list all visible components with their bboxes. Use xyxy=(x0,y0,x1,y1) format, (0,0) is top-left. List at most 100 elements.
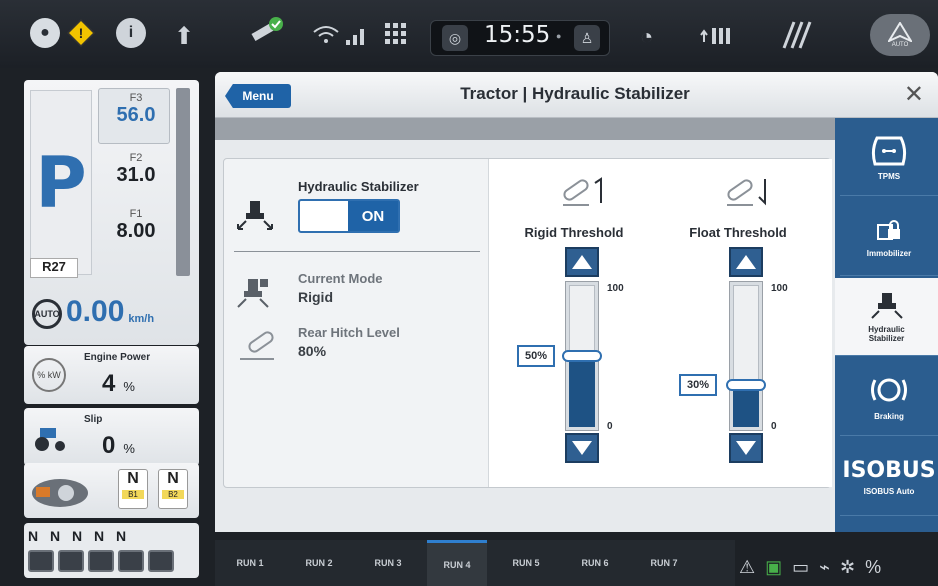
rigid-value-tag: 50% xyxy=(517,345,555,367)
fan-icon[interactable]: ✲ xyxy=(840,557,855,578)
rigid-threshold-icon xyxy=(563,177,602,206)
tab-label: ISOBUS Auto xyxy=(863,486,915,496)
engine-power-readout: 4% xyxy=(102,370,135,398)
float-max-tick: 100 xyxy=(771,283,788,294)
rigid-slider-handle[interactable] xyxy=(562,350,602,362)
hydraulic-stabilizer-tab-icon xyxy=(870,292,903,319)
brake-icon xyxy=(871,378,907,402)
hydraulic-stabilizer-label: Hydraulic Stabilizer xyxy=(298,179,419,194)
tab-run-7[interactable]: RUN 7 xyxy=(634,540,694,586)
close-icon[interactable]: ✕ xyxy=(904,80,924,109)
valve-icon xyxy=(148,550,174,572)
valve-icon xyxy=(28,550,54,572)
slip-unit: % xyxy=(123,441,135,456)
tab-hydraulic-stabilizer[interactable]: Hydraulic Stabilizer xyxy=(835,278,938,356)
engine-power-value: 4 xyxy=(102,370,116,397)
tab-label: Immobilizer xyxy=(866,249,912,258)
pto-label: B2 xyxy=(162,490,184,499)
tab-run-6[interactable]: RUN 6 xyxy=(565,540,625,586)
valve-icon xyxy=(88,550,114,572)
tab-run-5[interactable]: RUN 5 xyxy=(496,540,556,586)
satellite-icon[interactable] xyxy=(246,16,286,50)
stop-icon[interactable]: ● xyxy=(30,18,60,48)
float-value-tag: 30% xyxy=(679,374,717,396)
rear-hitch-label: Rear Hitch Level xyxy=(298,325,400,340)
slider-fill xyxy=(569,355,595,427)
gear-label: F1 xyxy=(129,208,143,220)
hydraulic-stabilizer-dialog: Menu Tractor | Hydraulic Stabilizer ✕ Hy… xyxy=(215,72,938,532)
info-icon[interactable]: i xyxy=(116,18,146,48)
dialog-title: Tractor | Hydraulic Stabilizer xyxy=(460,84,690,103)
gear-f3: F3 56.0 xyxy=(100,92,172,127)
remote-valves-card[interactable]: N N N N N xyxy=(24,523,199,578)
tab-isobus[interactable]: ISOBUS ISOBUS Auto xyxy=(840,438,938,516)
person-icon[interactable]: ♙ xyxy=(574,25,600,51)
menu-button[interactable]: Menu xyxy=(225,84,291,108)
rear-hitch-value: 80% xyxy=(298,343,327,359)
clock-time: 15:55 xyxy=(484,22,551,48)
tab-run-2[interactable]: RUN 2 xyxy=(289,540,349,586)
pto-b2: N B2 xyxy=(158,469,188,509)
current-mode-label: Current Mode xyxy=(298,271,383,286)
clock-indicator-icon: ● xyxy=(556,31,562,41)
speedometer-icon[interactable]: ◔ xyxy=(640,24,653,50)
rigid-max-tick: 100 xyxy=(607,283,624,294)
float-increase-button[interactable] xyxy=(729,247,763,277)
tire-pressure-icon xyxy=(871,136,907,166)
gear-range: R27 xyxy=(30,258,78,278)
tab-run-4[interactable]: RUN 4 xyxy=(427,540,487,586)
tab-label: Braking xyxy=(874,412,904,421)
gear-value: 31.0 xyxy=(116,164,156,186)
field-icon[interactable] xyxy=(780,18,814,52)
rigid-decrease-button[interactable] xyxy=(565,433,599,463)
speed-value: 0.00 xyxy=(66,295,125,328)
slip-readout: 0% xyxy=(102,432,135,460)
float-slider-handle[interactable] xyxy=(726,379,766,391)
tab-braking[interactable]: Braking xyxy=(840,358,938,436)
tab-run-1[interactable]: RUN 1 xyxy=(220,540,280,586)
immobilizer-icon xyxy=(877,220,900,240)
float-threshold-slider[interactable] xyxy=(729,281,763,431)
pto-card[interactable]: N B1 N B2 xyxy=(24,463,199,518)
transmission-card[interactable]: P R27 F3 56.0 F2 31.0 F1 8.00 AUTO 0.00 … xyxy=(24,80,199,345)
hitch-icon[interactable]: ⌁ xyxy=(819,557,830,578)
remote-valve-icons xyxy=(28,550,174,572)
auto-steer-icon[interactable]: AUTO xyxy=(870,14,930,56)
lift-icon[interactable] xyxy=(700,22,736,48)
hydraulic-stabilizer-icon xyxy=(237,201,273,230)
tractor-status-icon[interactable]: ▣ xyxy=(765,557,782,578)
gear-value: 8.00 xyxy=(116,220,156,242)
alert-icon[interactable]: ⚠ xyxy=(739,557,755,578)
pto-state: N xyxy=(127,470,139,487)
remote-valve-states: N N N N N xyxy=(28,528,131,544)
engine-power-card[interactable]: % kW Engine Power 4% xyxy=(24,346,199,404)
slip-card[interactable]: Slip 0% xyxy=(24,408,199,466)
hydraulic-stabilizer-toggle[interactable]: ON xyxy=(298,199,400,233)
pto-shaft-icon xyxy=(32,479,88,507)
upload-arrow-icon[interactable]: ⬆ xyxy=(174,22,194,51)
gear-label: F3 xyxy=(129,92,143,104)
tab-run-3[interactable]: RUN 3 xyxy=(358,540,418,586)
warning-icon[interactable]: ! xyxy=(66,18,96,48)
top-status-bar: ● ! i ⬆ ◎ 15:55 ● ♙ ◔ AUTO xyxy=(0,0,938,68)
rigid-increase-button[interactable] xyxy=(565,247,599,277)
valve-icon xyxy=(118,550,144,572)
settings-circle-icon[interactable]: ◎ xyxy=(442,25,468,51)
tractor-slip-icon xyxy=(35,428,65,451)
percent-icon[interactable]: % xyxy=(865,557,881,578)
gear-scrollbar[interactable] xyxy=(176,88,190,276)
pto-state: N xyxy=(167,470,179,487)
tab-immobilizer[interactable]: Immobilizer xyxy=(840,198,938,276)
float-decrease-button[interactable] xyxy=(729,433,763,463)
stabilizer-content: Hydraulic Stabilizer ON Current Mode Rig… xyxy=(223,158,832,488)
grid-apps-icon[interactable] xyxy=(384,22,408,46)
gear-indicator: P xyxy=(30,90,92,275)
tab-tpms[interactable]: TPMS xyxy=(840,118,938,196)
implement-icon[interactable]: ▭ xyxy=(792,557,809,578)
engine-power-unit: % xyxy=(123,379,135,394)
speed-readout: AUTO 0.00 km/h xyxy=(32,295,154,329)
auto-gear-icon: AUTO xyxy=(32,299,62,329)
gear-f2: F2 31.0 xyxy=(100,152,172,187)
pto-b1: N B1 xyxy=(118,469,148,509)
current-mode-lock-icon xyxy=(237,279,269,308)
